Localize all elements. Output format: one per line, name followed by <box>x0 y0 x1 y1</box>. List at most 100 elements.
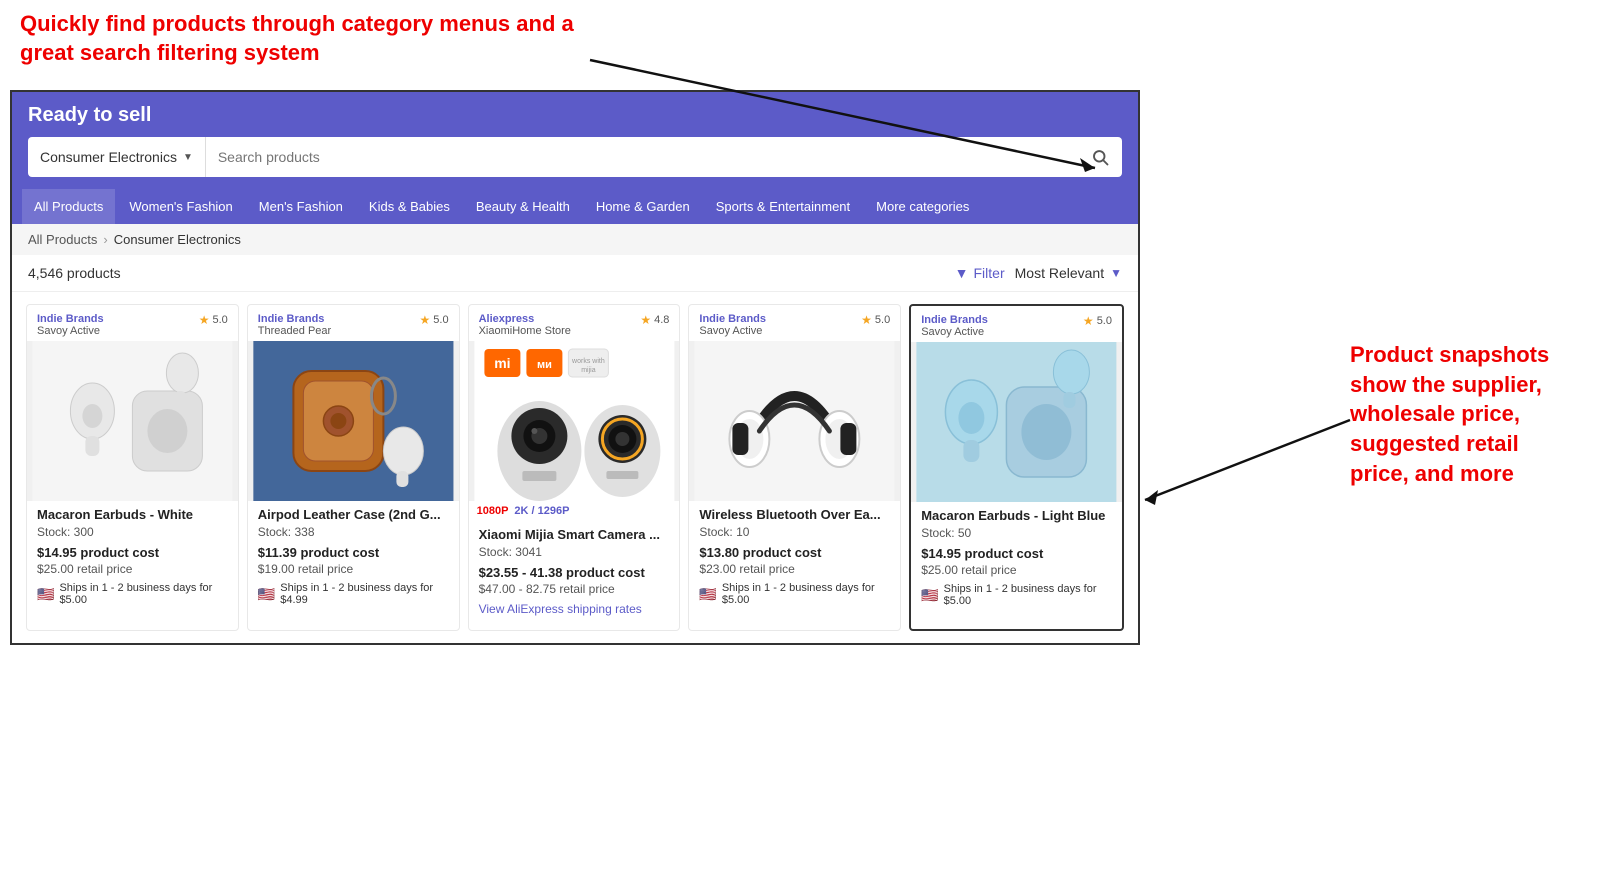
search-icon <box>1091 148 1109 166</box>
breadcrumb-root[interactable]: All Products <box>28 232 97 247</box>
annotation-top: Quickly find products through category m… <box>20 10 600 67</box>
nav-item-kids-babies[interactable]: Kids & Babies <box>357 189 462 224</box>
product-supplier-store-4: Indie Brands Savoy Active <box>699 313 766 337</box>
product-title-2: Airpod Leather Case (2nd G... <box>258 507 449 522</box>
product-stock-5: Stock: 50 <box>921 526 1112 540</box>
aliexpress-shipping-link[interactable]: View AliExpress shipping rates <box>479 602 670 616</box>
product-title-4: Wireless Bluetooth Over Ea... <box>699 507 890 522</box>
product-info-5: Macaron Earbuds - Light Blue Stock: 50 $… <box>911 502 1122 617</box>
store-name-1: Savoy Active <box>37 325 104 337</box>
breadcrumb-separator: › <box>103 232 107 247</box>
app-container: Ready to sell Consumer Electronics ▼ All… <box>10 90 1140 645</box>
app-header: Ready to sell Consumer Electronics ▼ <box>12 92 1138 189</box>
product-cost-3: $23.55 - 41.38 product cost <box>479 565 670 580</box>
star-icon-1: ★ <box>199 313 210 327</box>
product-stock-2: Stock: 338 <box>258 525 449 539</box>
rating-value-3: 4.8 <box>654 314 669 326</box>
nav-item-mens-fashion[interactable]: Men's Fashion <box>247 189 355 224</box>
svg-text:mijia: mijia <box>581 367 595 374</box>
header-title: Ready to sell <box>28 104 1122 127</box>
rating-value-4: 5.0 <box>875 314 890 326</box>
nav-item-sports-entertainment[interactable]: Sports & Entertainment <box>704 189 862 224</box>
star-icon-4: ★ <box>861 313 872 327</box>
chevron-down-icon: ▼ <box>183 152 193 163</box>
shipping-text-2: Ships in 1 - 2 business days for $4.99 <box>280 582 448 606</box>
product-header-3: Aliexpress XiaomiHome Store ★ 4.8 <box>469 305 680 341</box>
store-name-5: Savoy Active <box>921 326 988 338</box>
category-select[interactable]: Consumer Electronics ▼ <box>28 137 206 177</box>
product-image-3: mi ми works with mijia <box>469 341 680 501</box>
category-label: Consumer Electronics <box>40 149 177 165</box>
flag-icon-2: 🇺🇸 <box>258 586 275 603</box>
supplier-name-3: Aliexpress <box>479 313 571 325</box>
shipping-info-2: 🇺🇸 Ships in 1 - 2 business days for $4.9… <box>258 582 449 606</box>
shipping-info-5: 🇺🇸 Ships in 1 - 2 business days for $5.0… <box>921 583 1112 607</box>
product-header-2: Indie Brands Threaded Pear ★ 5.0 <box>248 305 459 341</box>
supplier-name-2: Indie Brands <box>258 313 331 325</box>
rating-3: ★ 4.8 <box>640 313 669 327</box>
product-image-5 <box>911 342 1122 502</box>
sort-select[interactable]: Most Relevant ▼ <box>1015 265 1122 281</box>
svg-text:ми: ми <box>537 359 552 371</box>
search-input[interactable] <box>206 137 1078 177</box>
shipping-text-4: Ships in 1 - 2 business days for $5.00 <box>722 582 890 606</box>
product-card-5[interactable]: Indie Brands Savoy Active ★ 5.0 <box>909 304 1124 631</box>
product-cost-2: $11.39 product cost <box>258 545 449 560</box>
product-info-4: Wireless Bluetooth Over Ea... Stock: 10 … <box>689 501 900 616</box>
product-title-3: Xiaomi Mijia Smart Camera ... <box>479 527 670 542</box>
product-info-1: Macaron Earbuds - White Stock: 300 $14.9… <box>27 501 238 616</box>
product-cost-1: $14.95 product cost <box>37 545 228 560</box>
product-badges-3: 1080P 2K / 1296P <box>469 501 680 521</box>
product-retail-1: $25.00 retail price <box>37 562 228 576</box>
nav-item-womens-fashion[interactable]: Women's Fashion <box>117 189 244 224</box>
product-stock-4: Stock: 10 <box>699 525 890 539</box>
store-name-4: Savoy Active <box>699 325 766 337</box>
filter-icon: ▼ <box>955 265 969 281</box>
rating-value-5: 5.0 <box>1097 315 1112 327</box>
product-cost-5: $14.95 product cost <box>921 546 1112 561</box>
filter-bar: 4,546 products ▼ Filter Most Relevant ▼ <box>12 255 1138 292</box>
shipping-info-1: 🇺🇸 Ships in 1 - 2 business days for $5.0… <box>37 582 228 606</box>
product-header-4: Indie Brands Savoy Active ★ 5.0 <box>689 305 900 341</box>
breadcrumb-current: Consumer Electronics <box>114 232 241 247</box>
nav-item-home-garden[interactable]: Home & Garden <box>584 189 702 224</box>
nav-item-all-products[interactable]: All Products <box>22 189 115 224</box>
sort-label: Most Relevant <box>1015 265 1104 281</box>
product-supplier-store-1: Indie Brands Savoy Active <box>37 313 104 337</box>
product-card-1[interactable]: Indie Brands Savoy Active ★ 5.0 <box>26 304 239 631</box>
breadcrumb: All Products › Consumer Electronics <box>12 224 1138 255</box>
flag-icon-1: 🇺🇸 <box>37 586 54 603</box>
product-supplier-store-3: Aliexpress XiaomiHome Store <box>479 313 571 337</box>
shipping-text-1: Ships in 1 - 2 business days for $5.00 <box>59 582 227 606</box>
product-card-4[interactable]: Indie Brands Savoy Active ★ 5.0 <box>688 304 901 631</box>
product-info-2: Airpod Leather Case (2nd G... Stock: 338… <box>248 501 459 616</box>
nav-item-more-categories[interactable]: More categories <box>864 189 981 224</box>
filter-button[interactable]: ▼ Filter <box>955 265 1005 281</box>
shipping-text-5: Ships in 1 - 2 business days for $5.00 <box>944 583 1112 607</box>
star-icon-3: ★ <box>640 313 651 327</box>
product-title-5: Macaron Earbuds - Light Blue <box>921 508 1112 523</box>
filter-controls: ▼ Filter Most Relevant ▼ <box>955 265 1122 281</box>
filter-label: Filter <box>974 265 1005 281</box>
nav-item-beauty-health[interactable]: Beauty & Health <box>464 189 582 224</box>
product-cost-4: $13.80 product cost <box>699 545 890 560</box>
sort-chevron-icon: ▼ <box>1110 266 1122 280</box>
product-retail-3: $47.00 - 82.75 retail price <box>479 582 670 596</box>
svg-text:works with: works with <box>571 358 605 365</box>
product-card-3[interactable]: Aliexpress XiaomiHome Store ★ 4.8 mi ми <box>468 304 681 631</box>
product-header-5: Indie Brands Savoy Active ★ 5.0 <box>911 306 1122 342</box>
supplier-name-4: Indie Brands <box>699 313 766 325</box>
product-info-3: Xiaomi Mijia Smart Camera ... Stock: 304… <box>469 521 680 630</box>
store-name-3: XiaomiHome Store <box>479 325 571 337</box>
supplier-name-1: Indie Brands <box>37 313 104 325</box>
product-card-2[interactable]: Indie Brands Threaded Pear ★ 5.0 <box>247 304 460 631</box>
shipping-info-4: 🇺🇸 Ships in 1 - 2 business days for $5.0… <box>699 582 890 606</box>
product-stock-3: Stock: 3041 <box>479 545 670 559</box>
svg-text:mi: mi <box>494 355 510 371</box>
search-button[interactable] <box>1078 137 1122 177</box>
product-header-1: Indie Brands Savoy Active ★ 5.0 <box>27 305 238 341</box>
product-title-1: Macaron Earbuds - White <box>37 507 228 522</box>
product-retail-5: $25.00 retail price <box>921 563 1112 577</box>
rating-2: ★ 5.0 <box>420 313 449 327</box>
search-bar: Consumer Electronics ▼ <box>28 137 1122 177</box>
